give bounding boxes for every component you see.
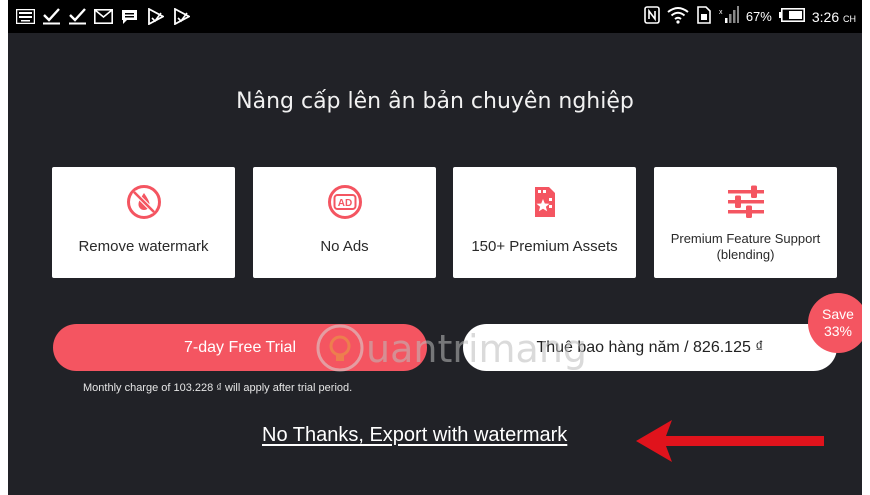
feature-label: Premium Feature Support (blending): [670, 231, 821, 262]
nfc-icon: [644, 6, 660, 27]
premium-assets-icon: [534, 187, 555, 217]
trial-note: Monthly charge of 103.228 ₫ will apply a…: [83, 382, 353, 394]
save-badge: Save 33%: [808, 293, 862, 353]
play-store-icon: [146, 7, 165, 26]
feature-label: 150+ Premium Assets: [471, 238, 618, 255]
save-badge-label: Save: [822, 306, 854, 322]
keyboard-icon: [16, 7, 35, 26]
sim-icon: [696, 6, 712, 27]
no-thanks-link[interactable]: No Thanks, Export with watermark: [262, 424, 567, 447]
status-bar: x 67% 3:26 CH: [8, 0, 862, 33]
watermark-logo: uantrimang: [316, 324, 587, 372]
notification-icons: [16, 7, 191, 26]
battery-percent: 67%: [745, 9, 772, 24]
no-ads-icon: AD: [327, 185, 362, 219]
message-icon: [120, 7, 139, 26]
page-title: Nâng cấp lên ân bản chuyên nghiệp: [236, 89, 634, 114]
red-arrow-icon: [636, 420, 824, 462]
svg-text:x: x: [719, 9, 723, 16]
app-screen: x 67% 3:26 CH Nâng cấp lên ân bản chuyên…: [8, 0, 862, 495]
svg-text:AD: AD: [337, 198, 351, 209]
sliders-icon: [727, 185, 764, 218]
feature-card-no-ads: AD No Ads: [253, 167, 436, 278]
watermark-text: uantrimang: [366, 327, 587, 371]
battery-icon: [778, 8, 805, 25]
play-store-icon: [172, 7, 191, 26]
feature-card-premium-assets: 150+ Premium Assets: [453, 167, 636, 278]
gmail-icon: [94, 7, 113, 26]
clock: 3:26 CH: [811, 8, 856, 25]
feature-label: Remove watermark: [78, 238, 209, 255]
check-icon: [68, 7, 87, 26]
wifi-icon: [667, 6, 689, 27]
system-icons: x 67% 3:26 CH: [644, 6, 856, 27]
save-badge-percent: 33%: [823, 323, 853, 339]
feature-card-remove-watermark: Remove watermark: [52, 167, 235, 278]
no-drop-icon: [126, 185, 161, 219]
check-icon: [42, 7, 61, 26]
feature-label: No Ads: [320, 238, 369, 255]
feature-card-blending-support: Premium Feature Support (blending): [654, 167, 837, 278]
signal-icon: x: [719, 6, 739, 27]
